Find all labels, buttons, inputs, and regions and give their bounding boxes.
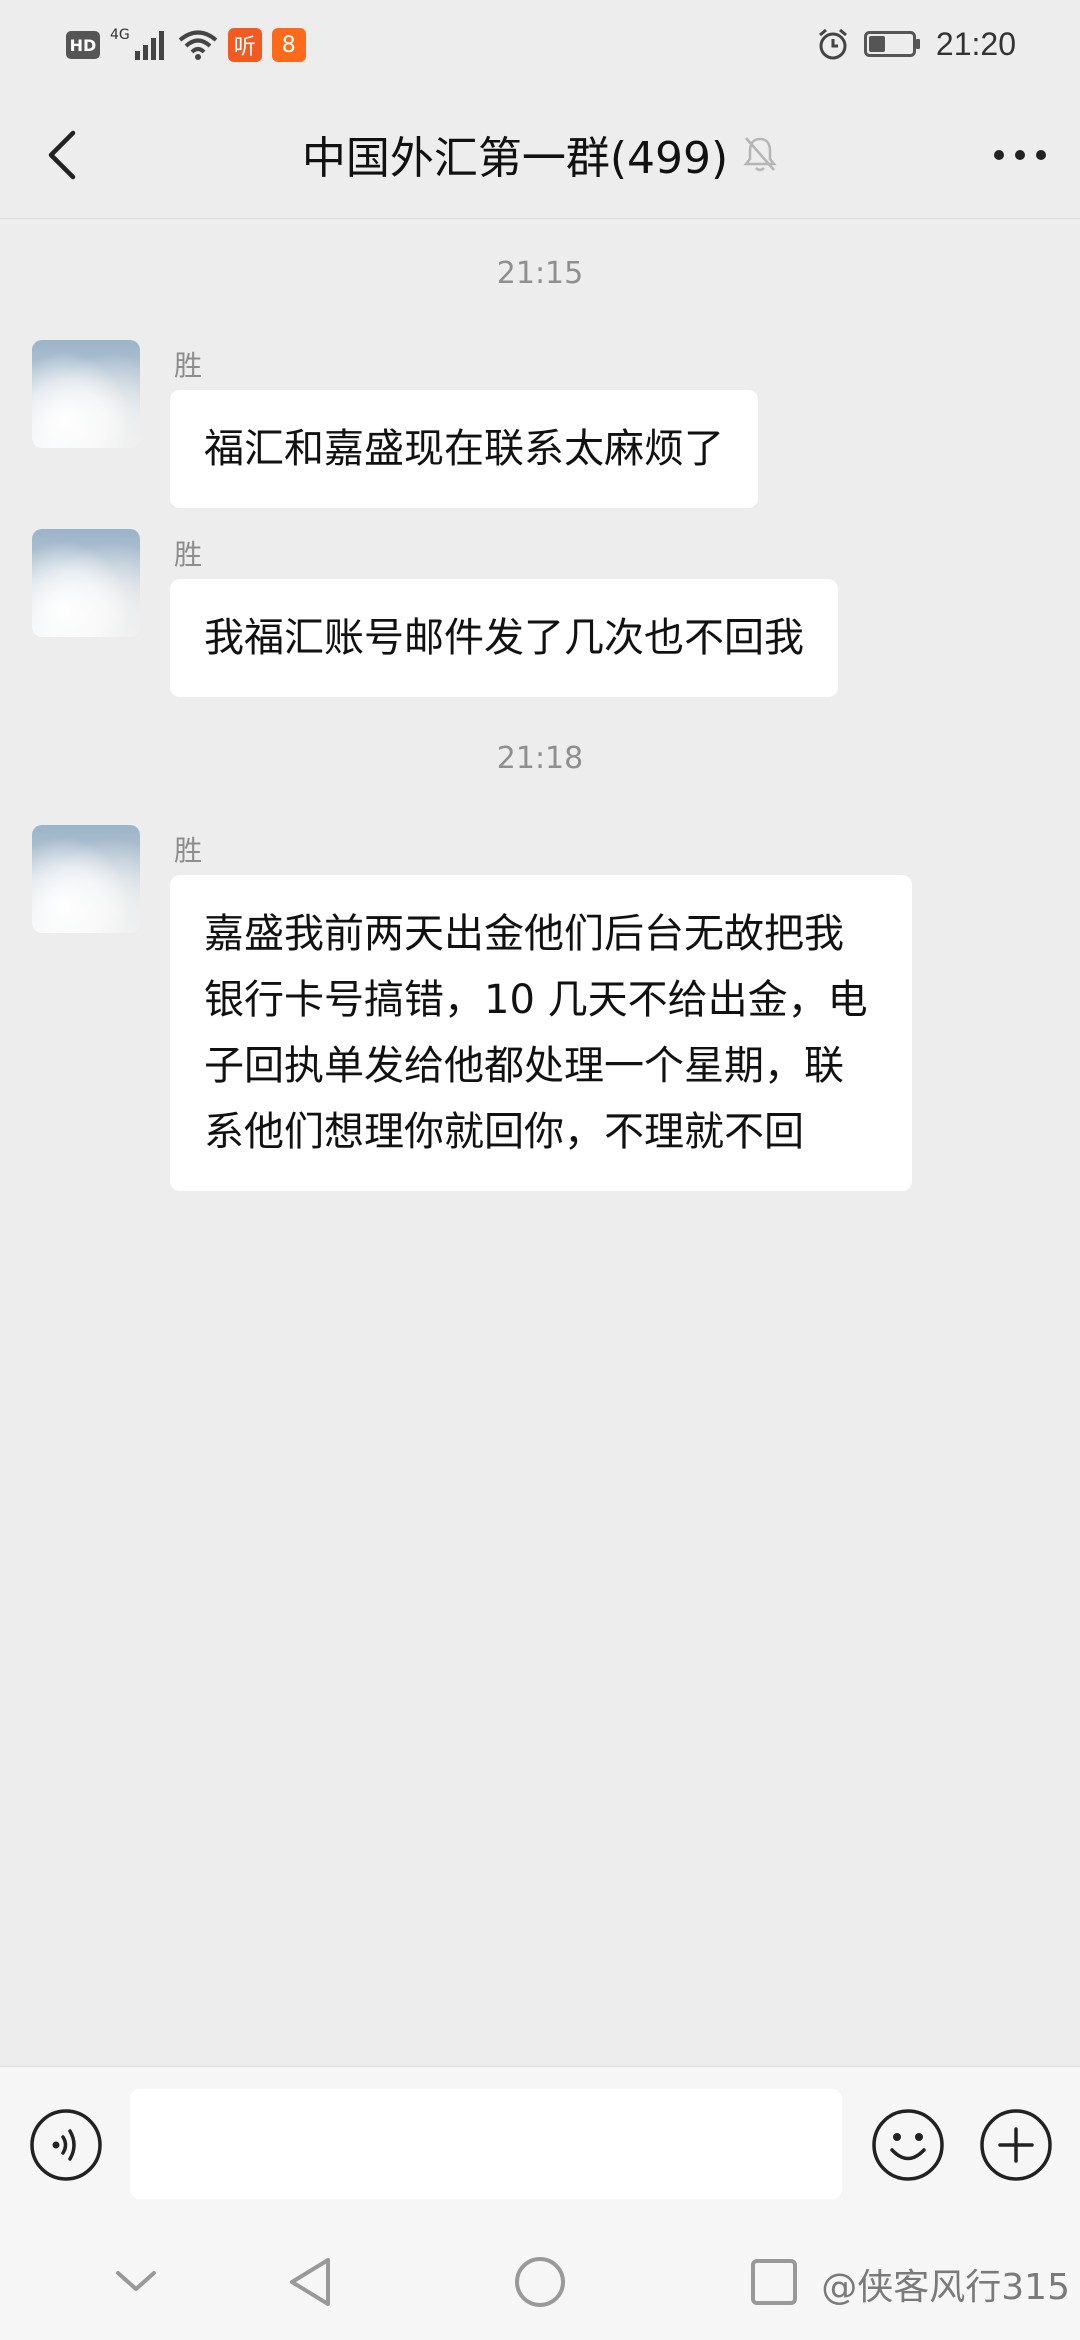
wifi-icon [178, 30, 218, 60]
back-button[interactable] [26, 120, 96, 190]
emoji-button[interactable] [870, 2107, 946, 2183]
timestamp: 21:15 [496, 256, 584, 291]
status-right: 21:20 [816, 22, 1016, 66]
message-bubble[interactable]: 福汇和嘉盛现在联系太麻烦了 [170, 390, 758, 508]
hide-keyboard-button[interactable] [104, 2250, 168, 2314]
plus-icon [980, 2109, 1052, 2181]
chevron-left-icon [48, 130, 76, 180]
triangle-back-icon [290, 2258, 330, 2306]
avatar[interactable] [32, 825, 140, 933]
battery-icon [863, 31, 920, 57]
system-home-button[interactable] [508, 2250, 572, 2314]
avatar[interactable] [32, 340, 140, 448]
message-bubble[interactable]: 嘉盛我前两天出金他们后台无故把我银行卡号搞错，10 几天不给出金，电子回执单发给… [170, 875, 912, 1191]
voice-input-button[interactable] [28, 2107, 104, 2183]
watermark-text: @侠客风行315 [821, 2267, 1070, 2308]
status-left: HD 4G 听 8 [66, 24, 306, 66]
system-recents-button[interactable] [742, 2250, 806, 2314]
clock-time: 21:20 [935, 25, 1016, 62]
chat-title-container: 中国外汇第一群(499) [150, 90, 930, 218]
alarm-icon [818, 28, 847, 60]
message-input[interactable] [130, 2089, 842, 2199]
emoji-icon [872, 2109, 944, 2181]
chevron-down-icon [116, 2271, 156, 2291]
system-navigation-bar: @侠客风行315 [0, 2222, 1080, 2340]
sender-name: 胜 [174, 349, 203, 382]
avatar[interactable] [32, 529, 140, 637]
status-bar: HD 4G 听 8 21:20 [0, 0, 1080, 90]
muted-bell-icon [743, 137, 777, 172]
circle-home-icon [515, 2257, 565, 2307]
timestamp: 21:18 [496, 741, 584, 776]
hd-badge: HD [66, 31, 100, 59]
system-back-button[interactable] [278, 2250, 342, 2314]
voice-icon [30, 2109, 102, 2181]
signal-icon [134, 31, 164, 60]
chat-header: 中国外汇第一群(499) [0, 90, 1080, 219]
network-type-label: 4G [110, 27, 130, 43]
message-bubble[interactable]: 我福汇账号邮件发了几次也不回我 [170, 579, 838, 697]
listen-app-icon: 听 [227, 28, 262, 62]
sender-name: 胜 [174, 834, 203, 867]
more-dots-icon [994, 150, 1046, 160]
more-functions-button[interactable] [978, 2107, 1054, 2183]
chat-title: 中国外汇第一群(499) [301, 133, 729, 184]
message-input-bar [0, 2066, 1080, 2223]
more-options-button[interactable] [980, 120, 1060, 190]
square-recents-icon [751, 2259, 797, 2305]
kuaishou-app-icon: 8 [271, 28, 306, 62]
chat-message-list[interactable]: 21:15 胜 福汇和嘉盛现在联系太麻烦了 胜 我福汇账号邮件发了几次也不回我 … [0, 218, 1080, 2066]
sender-name: 胜 [174, 538, 203, 571]
